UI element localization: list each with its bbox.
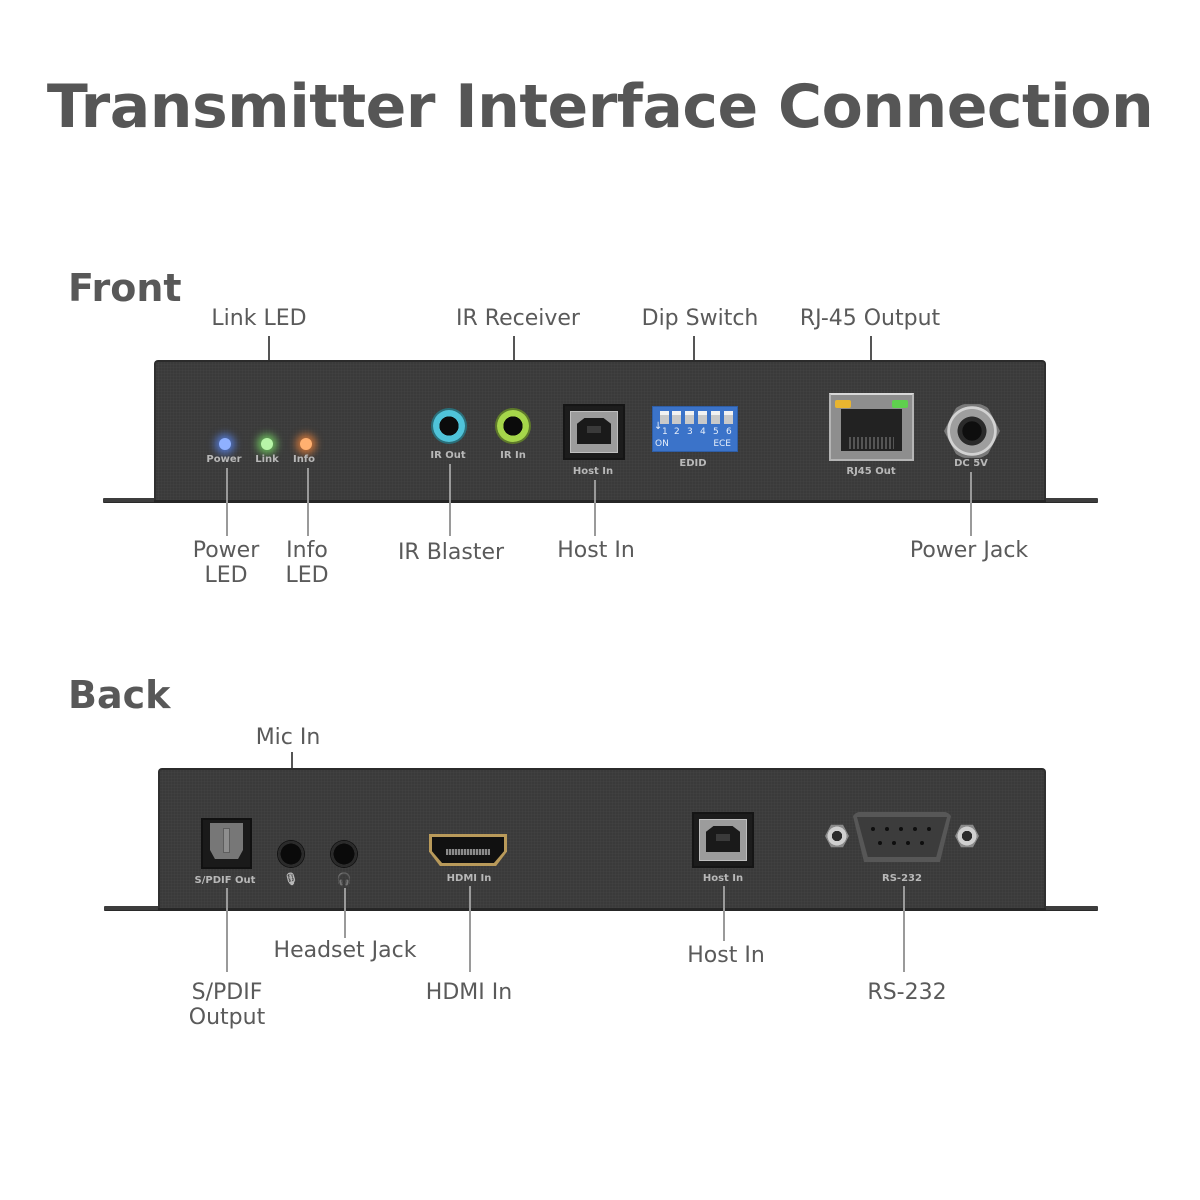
leader-hdmi-in [469,886,471,972]
callout-headset-jack: Headset Jack [273,938,417,963]
callout-hdmi-in: HDMI In [425,980,513,1005]
ir-in-label: IR In [500,450,526,461]
callout-power-led-text: Power LED [192,538,260,588]
spdif-optical-port [201,818,252,869]
front-usb-b-port [563,404,625,460]
leader-spdif-output [226,888,228,972]
callout-mic-in: Mic In [255,725,321,750]
headset-jack [330,840,358,868]
leader-ir-blaster [449,464,451,536]
callout-info-led: Info LED [285,538,328,588]
power-led-label: Power [206,454,242,465]
rj45-port [829,393,914,461]
leader-info-led [307,468,309,536]
ir-out-jack [433,410,465,442]
callout-link-led: Link LED [211,306,307,331]
dip-switch-5[interactable] [711,411,720,424]
leader-power-led [226,468,228,536]
back-right-flange [1040,906,1098,911]
dip-num: 3 [687,427,693,437]
dip-num: 1 [662,427,668,437]
callout-spdif-output: S/PDIF Output [189,980,265,1030]
leader-front-host-in [594,480,596,536]
rj45-green-led [892,400,908,408]
leader-rs232 [903,886,905,972]
rs232-db9-port [852,812,952,862]
hdmi-in-port [429,834,507,866]
info-led [300,438,312,450]
dip-switch[interactable]: ↓ 1 2 3 4 5 6 ON ECE [652,406,738,452]
dip-ece-label: ECE [713,439,731,449]
dip-switch-2[interactable] [672,411,681,424]
dip-switch-6[interactable] [724,411,733,424]
dc-5v-label: DC 5V [954,458,988,469]
callout-front-host-in: Host In [557,538,635,563]
front-right-flange [1040,498,1098,503]
rj45-amber-led [835,400,851,408]
callout-power-jack: Power Jack [909,538,1029,563]
dip-switch-4[interactable] [698,411,707,424]
back-heading: Back [68,673,171,717]
ir-in-jack [497,410,529,442]
edid-label: EDID [679,458,707,469]
dip-num: 2 [674,427,680,437]
callout-rj45-output: RJ-45 Output [799,306,941,331]
spdif-out-label: S/PDIF Out [194,875,256,886]
front-host-in-label: Host In [572,466,614,477]
callout-power-led: Power LED [193,538,260,588]
dip-switch-3[interactable] [685,411,694,424]
rs232-label: RS-232 [882,873,922,884]
page-title: Transmitter Interface Connection [46,72,1154,142]
rj45-out-label: RJ45 Out [846,466,896,477]
dip-num: 6 [726,427,732,437]
dip-on-label: ON [655,439,669,449]
back-left-flange [104,906,164,911]
back-host-in-label: Host In [702,873,744,884]
callout-back-host-in: Host In [687,943,765,968]
link-led-label: Link [255,454,279,465]
headphones-icon: 🎧 [336,872,352,886]
link-led [261,438,273,450]
front-heading: Front [68,266,182,310]
callout-info-led-text: Info LED [285,538,329,588]
leader-headset-jack [344,888,346,938]
callout-ir-blaster: IR Blaster [397,540,505,565]
ir-out-label: IR Out [430,450,466,461]
callout-dip-switch: Dip Switch [641,306,759,331]
dip-num: 5 [713,427,719,437]
leader-back-host-in [723,886,725,941]
leader-power-jack [970,472,972,536]
info-led-label: Info [292,454,316,465]
dip-num: 4 [700,427,706,437]
hdmi-in-label: HDMI In [446,873,492,884]
power-led [219,438,231,450]
callout-spdif-output-text: S/PDIF Output [188,980,266,1030]
callout-rs232: RS-232 [867,980,947,1005]
mic-in-jack [277,840,305,868]
callout-ir-receiver: IR Receiver [456,306,580,331]
back-usb-b-port [692,812,754,868]
microphone-icon: 🎙 [283,872,299,886]
